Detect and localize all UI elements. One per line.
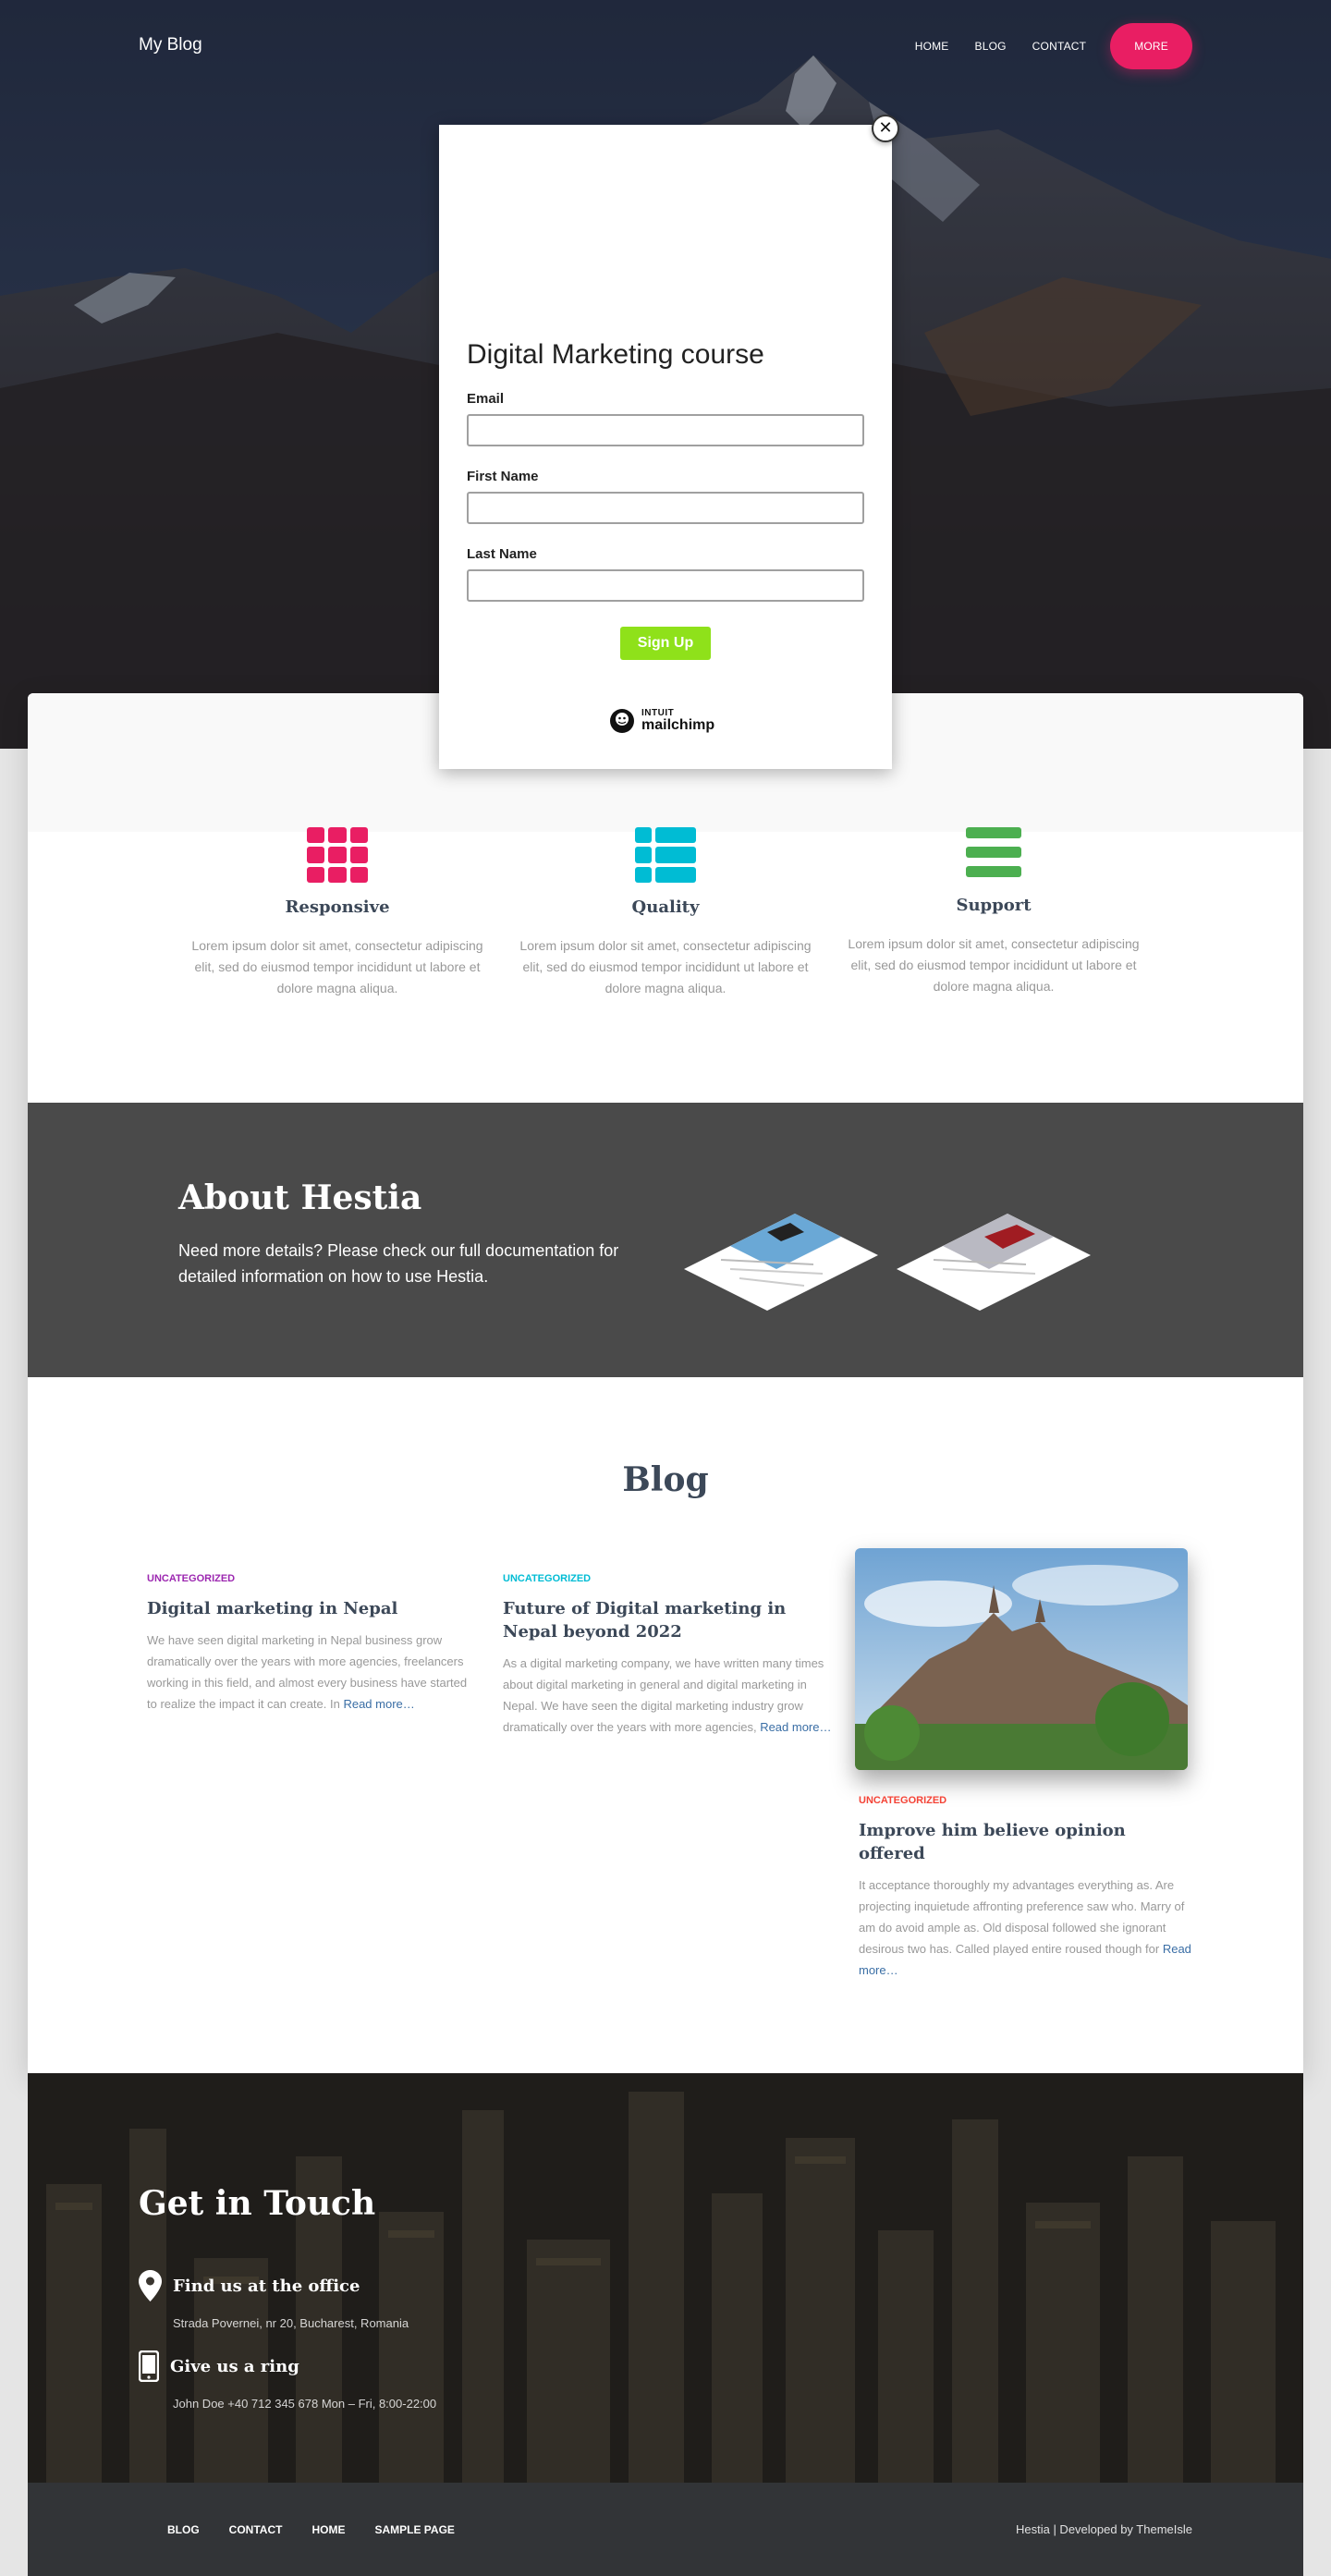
read-more-link[interactable]: Read more…	[760, 1720, 831, 1734]
footer-nav-home[interactable]: HOME	[297, 2523, 360, 2536]
last-name-label: Last Name	[467, 546, 537, 562]
close-icon[interactable]: ✕	[872, 115, 899, 142]
contact-phone: Give us a ring John Doe +40 712 345 678 …	[139, 2350, 436, 2411]
mailchimp-brand-bottom: mailchimp	[641, 717, 715, 733]
grid-icon	[307, 827, 368, 883]
nav-blog[interactable]: BLOG	[962, 40, 1020, 53]
footer: BLOG CONTACT HOME SAMPLE PAGE Hestia | D…	[28, 2483, 1303, 2576]
contact-title: Get in Touch	[139, 2184, 376, 2223]
post-title[interactable]: Digital marketing in Nepal	[147, 1597, 480, 1620]
contact-section: Get in Touch Find us at the office Strad…	[28, 2073, 1303, 2483]
feature-text: Lorem ipsum dolor sit amet, consectetur …	[519, 938, 812, 995]
feature-title: Quality	[631, 897, 700, 917]
map-pin-icon	[139, 2270, 162, 2301]
footer-nav-sample-page[interactable]: SAMPLE PAGE	[360, 2523, 469, 2536]
list-view-icon	[635, 827, 696, 883]
post-excerpt: As a digital marketing company, we have …	[503, 1656, 832, 1734]
post-category[interactable]: UNCATEGORIZED	[147, 1573, 480, 1584]
more-button[interactable]: MORE	[1110, 23, 1192, 69]
first-name-label: First Name	[467, 469, 539, 484]
mailchimp-logo[interactable]: INTUIT mailchimp	[608, 707, 714, 735]
post-title[interactable]: Future of Digital marketing in Nepal bey…	[503, 1597, 836, 1643]
feature-text: Lorem ipsum dolor sit amet, consectetur …	[191, 938, 483, 995]
first-name-field[interactable]	[467, 492, 864, 524]
email-field-group: Email	[467, 391, 864, 446]
feature-title: Responsive	[285, 897, 390, 917]
nav-home[interactable]: HOME	[902, 40, 962, 53]
post-excerpt: We have seen digital marketing in Nepal …	[147, 1633, 468, 1711]
features-section: Responsive Lorem ipsum dolor sit amet, c…	[28, 827, 1303, 1105]
post-title[interactable]: Improve him believe opinion offered	[859, 1819, 1191, 1865]
read-more-link[interactable]: Read more…	[343, 1697, 414, 1711]
feature-text: Lorem ipsum dolor sit amet, consectetur …	[848, 936, 1140, 994]
first-name-field-group: First Name	[467, 469, 864, 524]
blog-title: Blog	[622, 1460, 709, 1499]
copyright: Hestia | Developed by ThemeIsle	[1015, 2522, 1192, 2536]
contact-detail: Strada Povernei, nr 20, Bucharest, Roman…	[173, 2316, 409, 2330]
post-card: UNCATEGORIZED Improve him believe opinio…	[859, 1795, 1191, 1981]
post-card: UNCATEGORIZED Future of Digital marketin…	[503, 1573, 836, 1738]
contact-heading: Find us at the office	[173, 2276, 360, 2296]
about-section: About Hestia Need more details? Please c…	[28, 1103, 1303, 1377]
modal-title: Digital Marketing course	[467, 339, 764, 370]
footer-nav-contact[interactable]: CONTACT	[214, 2523, 298, 2536]
signup-modal: Digital Marketing course Email First Nam…	[439, 125, 892, 769]
email-field[interactable]	[467, 414, 864, 446]
feature-title: Support	[956, 896, 1032, 915]
about-title: About Hestia	[178, 1178, 422, 1217]
post-thumbnail[interactable]	[855, 1548, 1188, 1770]
main-nav: HOME BLOG CONTACT MORE	[902, 23, 1192, 69]
last-name-field[interactable]	[467, 569, 864, 602]
post-category[interactable]: UNCATEGORIZED	[503, 1573, 836, 1584]
site-brand[interactable]: My Blog	[139, 35, 202, 55]
footer-nav-blog[interactable]: BLOG	[153, 2523, 214, 2536]
contact-heading: Give us a ring	[170, 2356, 299, 2376]
about-text: Need more details? Please check our full…	[178, 1241, 619, 1286]
sign-up-button[interactable]: Sign Up	[620, 627, 711, 660]
post-category[interactable]: UNCATEGORIZED	[859, 1795, 1191, 1806]
post-card: UNCATEGORIZED Digital marketing in Nepal…	[147, 1573, 480, 1715]
email-label: Email	[467, 391, 505, 407]
nav-contact[interactable]: CONTACT	[1020, 40, 1100, 53]
feature-support: Support Lorem ipsum dolor sit amet, cons…	[832, 827, 1155, 997]
feature-quality: Quality Lorem ipsum dolor sit amet, cons…	[504, 827, 827, 999]
feature-responsive: Responsive Lorem ipsum dolor sit amet, c…	[176, 827, 499, 999]
footer-nav: BLOG CONTACT HOME SAMPLE PAGE	[153, 2483, 470, 2576]
contact-office: Find us at the office Strada Povernei, n…	[139, 2270, 409, 2330]
contact-detail: John Doe +40 712 345 678 Mon – Fri, 8:00…	[173, 2397, 437, 2411]
main-content: Responsive Lorem ipsum dolor sit amet, c…	[28, 693, 1303, 2073]
post-excerpt: It acceptance thoroughly my advantages e…	[859, 1878, 1191, 1977]
device-mockup-image	[684, 1214, 1091, 1311]
menu-lines-icon	[966, 827, 1021, 881]
last-name-field-group: Last Name	[467, 546, 864, 602]
mailchimp-icon	[610, 709, 634, 733]
phone-icon	[139, 2350, 159, 2382]
